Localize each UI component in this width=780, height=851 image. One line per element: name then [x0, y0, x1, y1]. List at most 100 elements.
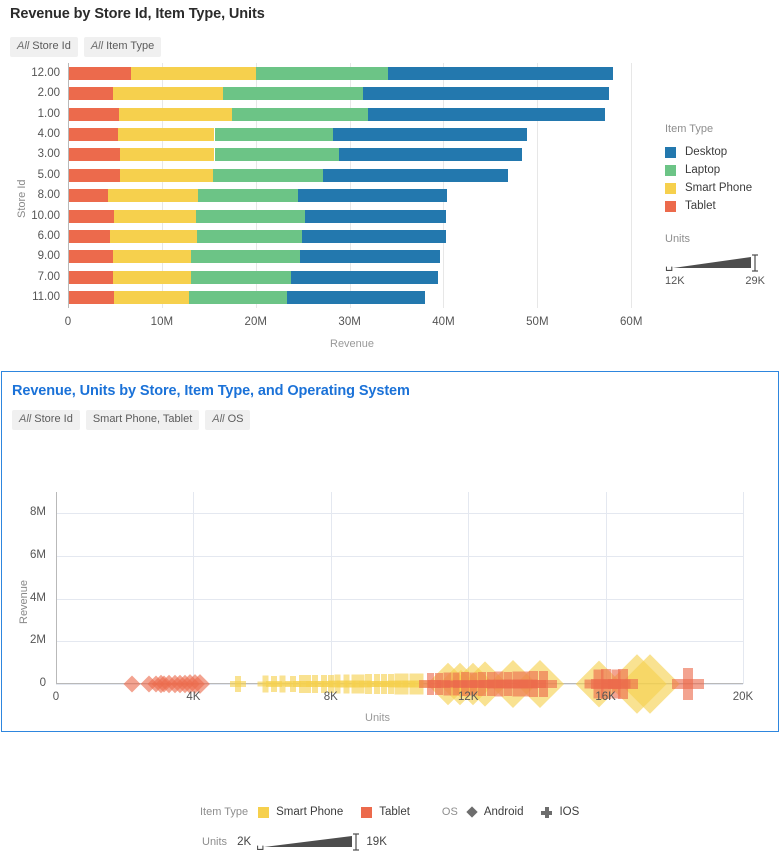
bar-segment-laptop[interactable] [255, 66, 389, 80]
bar-segment-tablet[interactable] [69, 291, 115, 305]
scatter-gridline-v [468, 492, 470, 684]
bar-segment-smart-phone[interactable] [110, 230, 197, 244]
bar-segment-desktop[interactable] [298, 189, 448, 203]
bar-segment-desktop[interactable] [323, 168, 509, 182]
plus-icon [541, 806, 553, 818]
bar-segment-desktop[interactable] [362, 87, 609, 101]
bar-row[interactable] [69, 209, 651, 223]
bar-segment-laptop[interactable] [197, 189, 299, 203]
scatter-marker-diamond-tablet-android[interactable] [123, 675, 141, 693]
bar-segment-desktop[interactable] [388, 66, 614, 80]
bar-row[interactable] [69, 250, 651, 264]
bar-segment-tablet[interactable] [69, 107, 119, 121]
bar-segment-laptop[interactable] [232, 107, 368, 121]
bar-segment-laptop[interactable] [191, 250, 300, 264]
legend-swatch-icon [665, 200, 676, 212]
bar-segment-tablet[interactable] [69, 230, 111, 244]
scatter-legend-label-smart-phone[interactable]: Smart Phone [276, 806, 343, 818]
scatter-marker-plus-tablet-ios[interactable] [530, 670, 557, 697]
bar-segment-laptop[interactable] [196, 230, 302, 244]
units-size-legend: Units ␣ 12K 29K [665, 233, 769, 287]
bar-segment-desktop[interactable] [339, 148, 523, 162]
legend-swatch-icon [665, 182, 676, 194]
bar-segment-smart-phone[interactable] [117, 127, 215, 141]
bar-row[interactable] [69, 66, 651, 80]
bar-row[interactable] [69, 107, 651, 121]
bar-row[interactable] [69, 87, 651, 101]
units-size-min-label: 12K [665, 275, 685, 287]
bar-segment-laptop[interactable] [222, 87, 363, 101]
scatter-x-tick-label: 12K [457, 691, 479, 703]
scatter-filter-chip-1[interactable]: Smart Phone, Tablet [85, 410, 200, 430]
legend-item-smart-phone[interactable]: Smart Phone [665, 179, 752, 197]
scatter-filter-chip-2[interactable]: All OS [205, 410, 251, 430]
scatter-plot-area [56, 492, 744, 714]
bar-row[interactable] [69, 127, 651, 141]
bar-segment-smart-phone[interactable] [113, 270, 192, 284]
bar-x-tick-label: 20M [244, 316, 267, 328]
scatter-inline-legend: Item Type Smart Phone Tablet OS Android IO… [200, 806, 597, 818]
bar-segment-tablet[interactable] [69, 189, 109, 203]
bar-segment-smart-phone[interactable] [119, 148, 215, 162]
bar-y-tick-label: 2.00 [37, 87, 60, 100]
bar-segment-desktop[interactable] [290, 270, 438, 284]
bar-segment-desktop[interactable] [299, 250, 440, 264]
bar-segment-desktop[interactable] [301, 230, 447, 244]
bar-segment-laptop[interactable] [195, 209, 305, 223]
bar-row[interactable] [69, 148, 651, 162]
scatter-os-label-ios[interactable]: IOS [559, 806, 579, 818]
bar-segment-desktop[interactable] [286, 291, 425, 305]
bar-segment-tablet[interactable] [69, 66, 131, 80]
bar-segment-laptop[interactable] [214, 148, 340, 162]
scatter-units-min-label: 2K [237, 836, 252, 848]
bar-segment-tablet[interactable] [69, 270, 114, 284]
bar-segment-laptop[interactable] [191, 270, 291, 284]
bar-filter-chip-1[interactable]: All Item Type [83, 37, 162, 57]
bar-row[interactable] [69, 291, 651, 305]
bar-filter-chip-0[interactable]: All Store Id [10, 37, 78, 57]
bar-row[interactable] [69, 230, 651, 244]
legend-item-desktop[interactable]: Desktop [665, 143, 752, 161]
scatter-size-min-cap-icon: ␣ [256, 834, 265, 850]
bar-segment-smart-phone[interactable] [114, 291, 190, 305]
scatter-filter-chip-0[interactable]: All Store Id [12, 410, 80, 430]
bar-segment-smart-phone[interactable] [114, 209, 196, 223]
chip-label: OS [224, 413, 244, 425]
bar-segment-smart-phone[interactable] [113, 250, 192, 264]
bar-segment-laptop[interactable] [214, 127, 333, 141]
bar-segment-tablet[interactable] [69, 250, 114, 264]
bar-row[interactable] [69, 189, 651, 203]
size-max-cap-icon [752, 254, 759, 272]
bar-segment-tablet[interactable] [69, 127, 118, 141]
legend-item-tablet[interactable]: Tablet [665, 197, 752, 215]
units-size-wedge: ␣ [665, 254, 769, 272]
bar-chart-panel: Revenue by Store Id, Item Type, Units Al… [0, 0, 780, 362]
bar-segment-tablet[interactable] [69, 148, 120, 162]
scatter-marker-plus-tablet-ios[interactable] [672, 667, 705, 700]
bar-segment-smart-phone[interactable] [108, 189, 198, 203]
bar-segment-laptop[interactable] [212, 168, 324, 182]
bar-segment-laptop[interactable] [189, 291, 287, 305]
bar-x-axis-title: Revenue [330, 338, 375, 350]
bar-segment-smart-phone[interactable] [119, 168, 213, 182]
bar-segment-desktop[interactable] [332, 127, 528, 141]
bar-row[interactable] [69, 270, 651, 284]
bar-y-tick-label: 6.00 [37, 230, 60, 243]
scatter-marker-plus-smart-phone-ios[interactable] [230, 675, 247, 692]
bar-segment-smart-phone[interactable] [130, 66, 256, 80]
scatter-y-tick-label: 2M [30, 634, 46, 647]
chip-prefix: All [212, 413, 225, 425]
bar-segment-desktop[interactable] [304, 209, 447, 223]
bar-segment-smart-phone[interactable] [118, 107, 233, 121]
scatter-os-label-android[interactable]: Android [484, 806, 524, 818]
bar-segment-tablet[interactable] [69, 87, 114, 101]
scatter-gridline-v [605, 492, 607, 684]
bar-segment-smart-phone[interactable] [113, 87, 223, 101]
scatter-legend-label-tablet[interactable]: Tablet [379, 806, 410, 818]
bar-segment-tablet[interactable] [69, 168, 120, 182]
bar-row[interactable] [69, 168, 651, 182]
legend-item-laptop[interactable]: Laptop [665, 161, 752, 179]
bar-segment-desktop[interactable] [367, 107, 605, 121]
bar-segment-tablet[interactable] [69, 209, 115, 223]
bar-x-tick-label: 60M [620, 316, 643, 328]
